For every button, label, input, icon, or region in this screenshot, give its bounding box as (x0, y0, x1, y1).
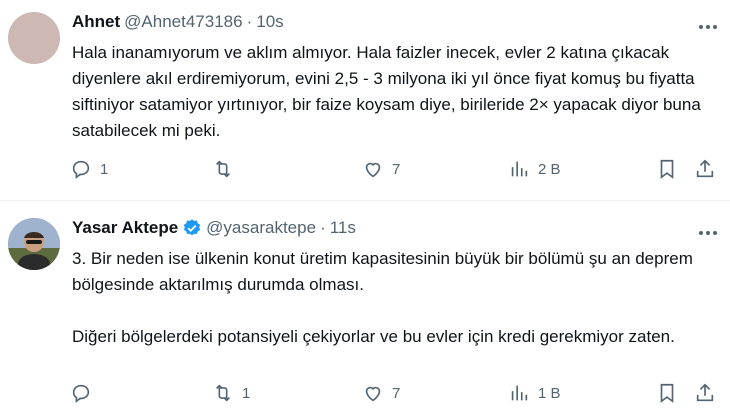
reply-count: 1 (100, 160, 109, 178)
views-count: 2 B (538, 160, 561, 178)
views-icon (511, 161, 528, 177)
tweet-text: 3. Bir neden ise ülkenin konut üretim ka… (72, 246, 712, 350)
like-icon (365, 162, 381, 178)
tweet-ahnet[interactable]: Ahnet @Ahnet473186 · 10s Hala inanamıyor… (0, 0, 730, 206)
like-count: 7 (392, 384, 401, 402)
user-handle[interactable]: @yasaraktepe (206, 218, 316, 238)
retweet-button[interactable]: 1 (212, 382, 250, 404)
tweet-header: Yasar Aktepe @yasaraktepe · 11s (72, 218, 356, 238)
bookmark-button[interactable] (656, 158, 678, 180)
tweet-header: Ahnet @Ahnet473186 · 10s (72, 12, 284, 32)
retweet-button[interactable] (212, 158, 242, 180)
avatar-image (8, 218, 60, 270)
display-name[interactable]: Ahnet (72, 12, 120, 32)
more-icon[interactable] (698, 14, 718, 35)
more-icon[interactable] (698, 220, 718, 241)
retweet-icon (215, 384, 231, 402)
views-button[interactable]: 2 B (508, 158, 561, 180)
verified-badge-icon[interactable] (182, 218, 202, 238)
action-bar: 1 7 1 B (60, 382, 720, 412)
views-icon (511, 385, 528, 401)
views-count: 1 B (538, 384, 561, 402)
separator-dot: · (320, 218, 326, 237)
reply-button[interactable]: 1 (70, 158, 108, 180)
tweet-yasar-aktepe[interactable]: Yasar Aktepe @yasaraktepe · 11s 3. Bir n… (0, 206, 730, 420)
bookmark-button[interactable] (656, 382, 678, 404)
like-icon (365, 386, 381, 402)
user-handle[interactable]: @Ahnet473186 (124, 12, 242, 32)
bookmark-icon (660, 159, 674, 179)
share-icon (696, 383, 714, 402)
share-button[interactable] (694, 158, 716, 180)
divider (0, 200, 730, 201)
timestamp[interactable]: 10s (256, 12, 283, 32)
display-name[interactable]: Yasar Aktepe (72, 218, 178, 238)
share-button[interactable] (694, 382, 716, 404)
tweet-paragraph: Diğeri bölgelerdeki potansiyeli çekiyorl… (72, 327, 675, 346)
reply-button[interactable] (70, 382, 100, 404)
tweet-paragraph: 3. Bir neden ise ülkenin konut üretim ka… (72, 249, 693, 294)
reply-icon (72, 160, 90, 179)
action-bar: 1 7 2 B (60, 158, 720, 188)
avatar[interactable] (8, 12, 60, 64)
reply-icon (72, 384, 90, 403)
like-count: 7 (392, 160, 401, 178)
bookmark-icon (660, 383, 674, 403)
tweet-paragraph: Hala inanamıyorum ve aklım almıyor. Hala… (72, 43, 701, 140)
like-button[interactable]: 7 (362, 382, 400, 404)
timestamp[interactable]: 11s (330, 218, 356, 238)
share-icon (696, 159, 714, 178)
retweet-icon (215, 160, 231, 178)
views-button[interactable]: 1 B (508, 382, 561, 404)
like-button[interactable]: 7 (362, 158, 400, 180)
avatar[interactable] (8, 218, 60, 270)
separator-dot: · (246, 12, 253, 31)
tweet-text: Hala inanamıyorum ve aklım almıyor. Hala… (72, 40, 712, 144)
retweet-count: 1 (242, 384, 251, 402)
